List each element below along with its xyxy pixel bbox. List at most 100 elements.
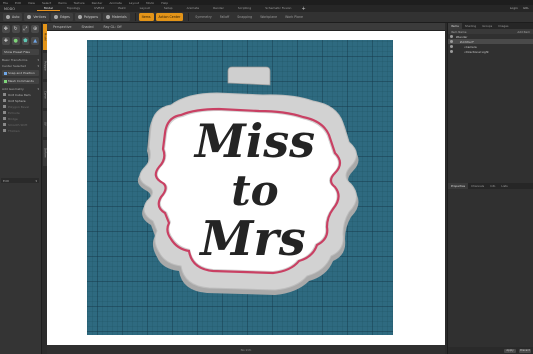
tab-animate[interactable]: Animate [180,6,207,11]
tab-scripting[interactable]: Scripting [231,6,258,11]
geometry-item-label: Smooth Shift [8,122,28,127]
workspace-bar: MODO Model Topology UVEdit Paint Layout Setup… [0,5,533,12]
view-raygl[interactable]: Ray GL: Off [103,25,121,29]
move-icon[interactable]: ✥ [2,25,10,33]
shield-icon[interactable]: ⬟ [21,37,30,45]
scene-tree-item[interactable]: • Directional Light [448,49,533,54]
view-shading[interactable]: Shaded [81,25,93,29]
column-add-item[interactable]: Add Item [517,30,530,34]
panel-tab-images[interactable]: Images [495,23,511,29]
tab-topology[interactable]: Topology [60,6,87,11]
menu-item-modo[interactable]: Modo [146,1,154,5]
vertical-tab-polygon[interactable]: Polygon [42,53,47,79]
menu-item-view[interactable]: View [28,1,35,5]
tab-model[interactable]: Model [36,6,60,11]
show-preset-button[interactable]: Show Preset Files [2,49,39,55]
menu-item-select[interactable]: Select [42,1,51,5]
tab-paint[interactable]: Paint [111,6,132,11]
mesh-commands-button[interactable]: Mesh Commands [2,78,39,84]
geometry-icon [3,99,6,102]
vertical-tab-deform[interactable]: Deform [42,140,47,166]
cone-icon[interactable]: ▲ [31,37,39,45]
toolbar-auto-button[interactable]: Auto [3,13,23,21]
view-perspective[interactable]: Perspective [53,25,71,29]
tab-layout[interactable]: Layout [133,6,157,11]
geometry-icon [3,93,6,96]
tab-render[interactable]: Render [206,6,231,11]
menu-item-help[interactable]: Help [161,1,168,5]
transform-icon[interactable]: ⊕ [31,25,39,33]
toolbar-falloff-button[interactable]: Falloff [217,13,232,21]
toolbar-workplane-button[interactable]: Workplane [257,13,280,21]
visibility-eye-icon[interactable] [450,40,453,43]
toolbar-edges-button[interactable]: Edges [51,13,73,21]
geometry-item[interactable]: Thicken [3,128,38,133]
visibility-eye-icon[interactable] [450,35,453,38]
toolbar-label: Polygons [83,15,98,19]
viewport-canvas: Miss to Mrs [87,40,393,335]
toolbar-symmetry-button[interactable]: Symmetry [192,13,215,21]
hanger-tab [227,66,271,86]
selection-mode-icon [77,15,82,19]
element-move-icon[interactable]: ✚ [2,37,10,45]
toolbar-materials-button[interactable]: Materials [103,13,130,21]
discard-button[interactable]: Discard [519,348,531,353]
add-tab-icon[interactable]: + [301,6,305,12]
menu-item-render[interactable]: Render [92,1,103,5]
tab-uvedit[interactable]: UVEdit [87,6,111,11]
panel-tab-groups[interactable]: Groups [479,23,495,29]
sphere-icon[interactable]: ● [11,37,20,45]
toolbar-snapping-button[interactable]: Snapping [234,13,255,21]
selection-mode-icon [6,15,10,19]
properties-tab-channels[interactable]: Channels [468,183,487,189]
chevron-down-icon: ▾ [37,86,39,91]
rotate-icon[interactable]: ↻ [11,25,20,33]
panel-tab-shading[interactable]: Shading [462,23,479,29]
menu-item-edit[interactable]: Edit [15,1,21,5]
properties-tab-properties[interactable]: Properties [448,183,469,189]
toolbar-action-center-button[interactable]: Action Center [155,13,184,21]
geometry-item[interactable]: Extrude [3,110,38,115]
geometry-item[interactable]: Bridge [3,116,38,121]
scene-tree-label: Render [457,34,468,39]
geometry-item[interactable]: Polygon Bevel [3,104,38,109]
add-geometry-header[interactable]: Add Geometry ▾ [2,86,39,91]
visibility-eye-icon[interactable] [450,45,453,48]
menu-item-texture[interactable]: Texture [74,1,85,5]
login-link[interactable]: Login [510,6,518,10]
geometry-item[interactable]: Unit Cube Item [3,92,38,97]
center-selected-header[interactable]: Center Selected ▾ [2,63,39,68]
basic-transforms-header[interactable]: Basic Transforms ▾ [2,57,39,62]
geometry-item[interactable]: Smooth Shift [3,122,38,127]
vertical-tab-model[interactable]: Model [42,24,47,50]
edit-dropdown[interactable]: Edit ▾ [1,178,39,183]
3d-viewport[interactable]: Miss to Mrs [47,31,445,345]
mesh-commands-label: Mesh Commands [7,79,34,83]
geometry-icon [3,129,6,132]
scale-icon[interactable]: ⤢ [21,25,30,33]
toolbar-items-button[interactable]: Items [138,13,154,21]
snap-position-button[interactable]: Snap and Position [2,70,39,76]
apply-button[interactable]: Apply [504,348,516,353]
viewport-status-bar: No Info [47,345,445,354]
scene-tree-label: Directional Light [465,49,489,54]
toolbar-vertices-button[interactable]: Vertices [24,13,50,21]
toolbar-polygons-button[interactable]: Polygons [74,13,101,21]
vertical-tab-curve[interactable]: Curve [42,82,47,108]
menu-item-items[interactable]: Items [58,1,66,5]
grl-link[interactable]: GRL [523,6,529,10]
tab-setup[interactable]: Setup [157,6,180,11]
geometry-item[interactable]: Unit Sphere [3,98,38,103]
tab-schematic-fusion[interactable]: Schematic Fusion [258,6,298,11]
viewport-header: Perspective Shaded Ray GL: Off [47,23,445,31]
vertical-tab-uv[interactable]: UV [42,111,47,137]
properties-tab-info[interactable]: Info [487,183,498,189]
properties-tab-lists[interactable]: Lists [498,183,510,189]
visibility-eye-icon[interactable] [450,50,453,53]
panel-tab-items[interactable]: Items [448,23,462,29]
menu-item-animate[interactable]: Animate [109,1,122,5]
menu-item-file[interactable]: File [3,1,8,5]
toolbar-label: Auto [12,15,20,19]
toolbar-work-plane-button[interactable]: Work Plane [282,13,306,21]
menu-item-layout[interactable]: Layout [129,1,139,5]
